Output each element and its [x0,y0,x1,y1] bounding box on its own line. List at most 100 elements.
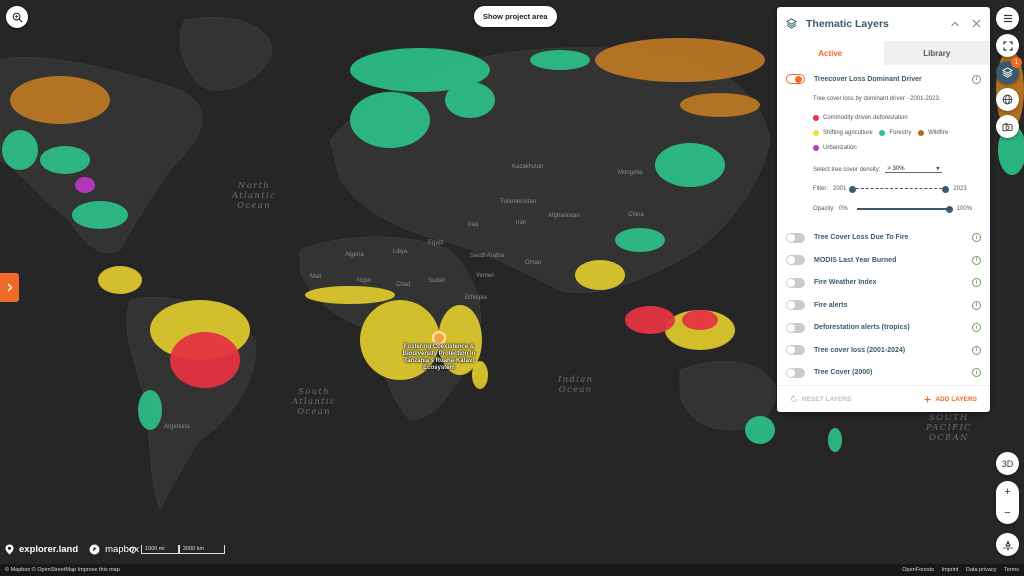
menu-button[interactable] [996,7,1019,30]
layer-name: Fire Weather Index [814,279,877,286]
layer-toggle[interactable] [786,322,805,333]
country-label: Egypt [428,240,444,246]
toggle-3d-button[interactable]: 3D [996,452,1019,475]
country-label: Mongolia [618,170,643,176]
wildfire-patch [680,93,760,117]
footer-link-data-privacy[interactable]: Data privacy [966,567,997,573]
layer-row: Tree Cover (2000) i [786,361,981,384]
footer-link-openforests[interactable]: OpenForests [902,567,934,573]
layer-toggle[interactable] [786,232,805,243]
layer-name: Deforestation alerts (tropics) [814,324,910,331]
layer-name: Treecover Loss Dominant Driver [814,75,922,83]
forestry-patch [2,130,38,170]
tab-active[interactable]: Active [777,41,884,65]
info-icon[interactable]: i [972,300,981,310]
layer-toggle-treecover-loss-driver[interactable] [786,74,805,84]
fullscreen-button[interactable] [996,34,1019,57]
explorer-land-logo[interactable]: explorer.land [19,544,78,555]
slider-track [856,208,950,211]
ocean-label-north-atlantic: North Atlantic Ocean [232,181,276,211]
forestry-patch [350,92,430,148]
legend-item: Urbanization [813,142,857,155]
opacity-max: 100% [956,206,973,213]
layer-toggle[interactable] [786,367,805,378]
shifting-agriculture-patch [575,260,625,290]
layer-toggle[interactable] [786,255,805,265]
close-icon[interactable] [972,19,981,28]
show-project-area-button[interactable]: Show project area [474,6,557,27]
wildfire-patch [595,38,765,82]
legend-label: Urbanization [823,144,857,151]
slider-track [851,188,948,190]
footer-link-terms[interactable]: Terms [1004,567,1019,573]
caret-down-icon: ▼ [935,166,941,173]
slider-handle-end[interactable] [942,185,950,193]
forestry-patch [530,50,590,70]
year-range-slider[interactable] [849,184,950,194]
reset-layers-button[interactable]: RESET LAYERS [790,395,851,403]
opacity-row: Opacity: 0% 100% [813,204,981,214]
zoom-out-button[interactable]: − [996,502,1019,523]
layers-icon [1002,67,1013,78]
layer-row: MODIS Last Year Burned i [786,249,981,272]
country-label: Argentina [164,424,190,430]
tab-library[interactable]: Library [883,41,990,65]
density-select[interactable]: > 30% ▼ [885,166,943,174]
info-icon[interactable]: i [972,368,981,377]
brand-logos: explorer.land mapbox [5,544,139,555]
locate-icon[interactable] [129,545,137,554]
ocean-label-south-pacific: SOUTH PACIFIC OCEAN [926,413,972,443]
forestry-patch [138,390,162,430]
info-icon[interactable]: i [972,323,981,332]
info-icon[interactable]: i [972,74,981,84]
panel-header: Thematic Layers [777,7,990,40]
reset-bearing-button[interactable] [996,533,1019,556]
layer-toggle[interactable] [786,277,805,288]
collapse-icon[interactable] [950,19,960,29]
layer-row: Tree cover loss (2001-2024) i [786,339,981,362]
legend-dot [813,130,819,136]
country-label: Saudi Arabia [470,253,505,259]
zoom-to-fit-button[interactable] [6,6,28,28]
footer-link-imprint[interactable]: Imprint [942,567,959,573]
panel-tabs: Active Library [777,41,990,65]
info-icon[interactable]: i [972,233,981,242]
basemap-button[interactable] [996,88,1019,111]
layers-button[interactable]: 1 [996,57,1022,84]
forestry-patch [615,228,665,252]
open-sidebar-tab[interactable] [0,273,19,302]
fullscreen-icon [1002,40,1013,51]
zoom-in-button[interactable]: + [996,481,1019,502]
layer-list: Tree Cover Loss Due To Fire i MODIS Last… [777,226,990,384]
forestry-patch [745,416,775,444]
legend-item: Wildfire [918,127,948,140]
slider-handle-start[interactable] [849,185,857,193]
country-label: China [628,212,644,218]
opacity-slider[interactable] [856,204,953,214]
reset-layers-label: RESET LAYERS [802,395,852,403]
panel-title: Thematic Layers [806,17,889,30]
screenshot-button[interactable] [996,115,1019,138]
layer-description: Tree cover loss by dominant driver - 200… [813,96,941,102]
layer-toggle[interactable] [786,300,805,310]
reset-icon [791,395,797,402]
greenland-land [179,17,272,91]
commodity-deforestation-patch [170,332,240,388]
info-icon[interactable]: i [972,255,981,265]
globe-icon [1002,94,1013,105]
search-zoom-icon [12,12,23,23]
info-icon[interactable]: i [972,345,981,355]
add-layers-button[interactable]: ADD LAYERS [924,396,977,403]
info-icon[interactable]: i [972,278,981,287]
project-label[interactable]: Fostering Coexistence & Biodiversity Pro… [398,344,480,372]
country-label: Mali [310,274,322,280]
country-label: Iran [516,220,527,226]
layer-toggle[interactable] [786,345,805,355]
layer-name: Fire alerts [814,301,848,309]
project-marker[interactable] [432,331,446,345]
country-label: Sudan [428,278,446,284]
legend-dot [813,144,819,151]
slider-handle[interactable] [945,205,953,213]
layer-row: Deforestation alerts (tropics) i [786,316,981,339]
attribution-text[interactable]: © Mapbox © OpenStreetMap Improve this ma… [5,567,120,573]
